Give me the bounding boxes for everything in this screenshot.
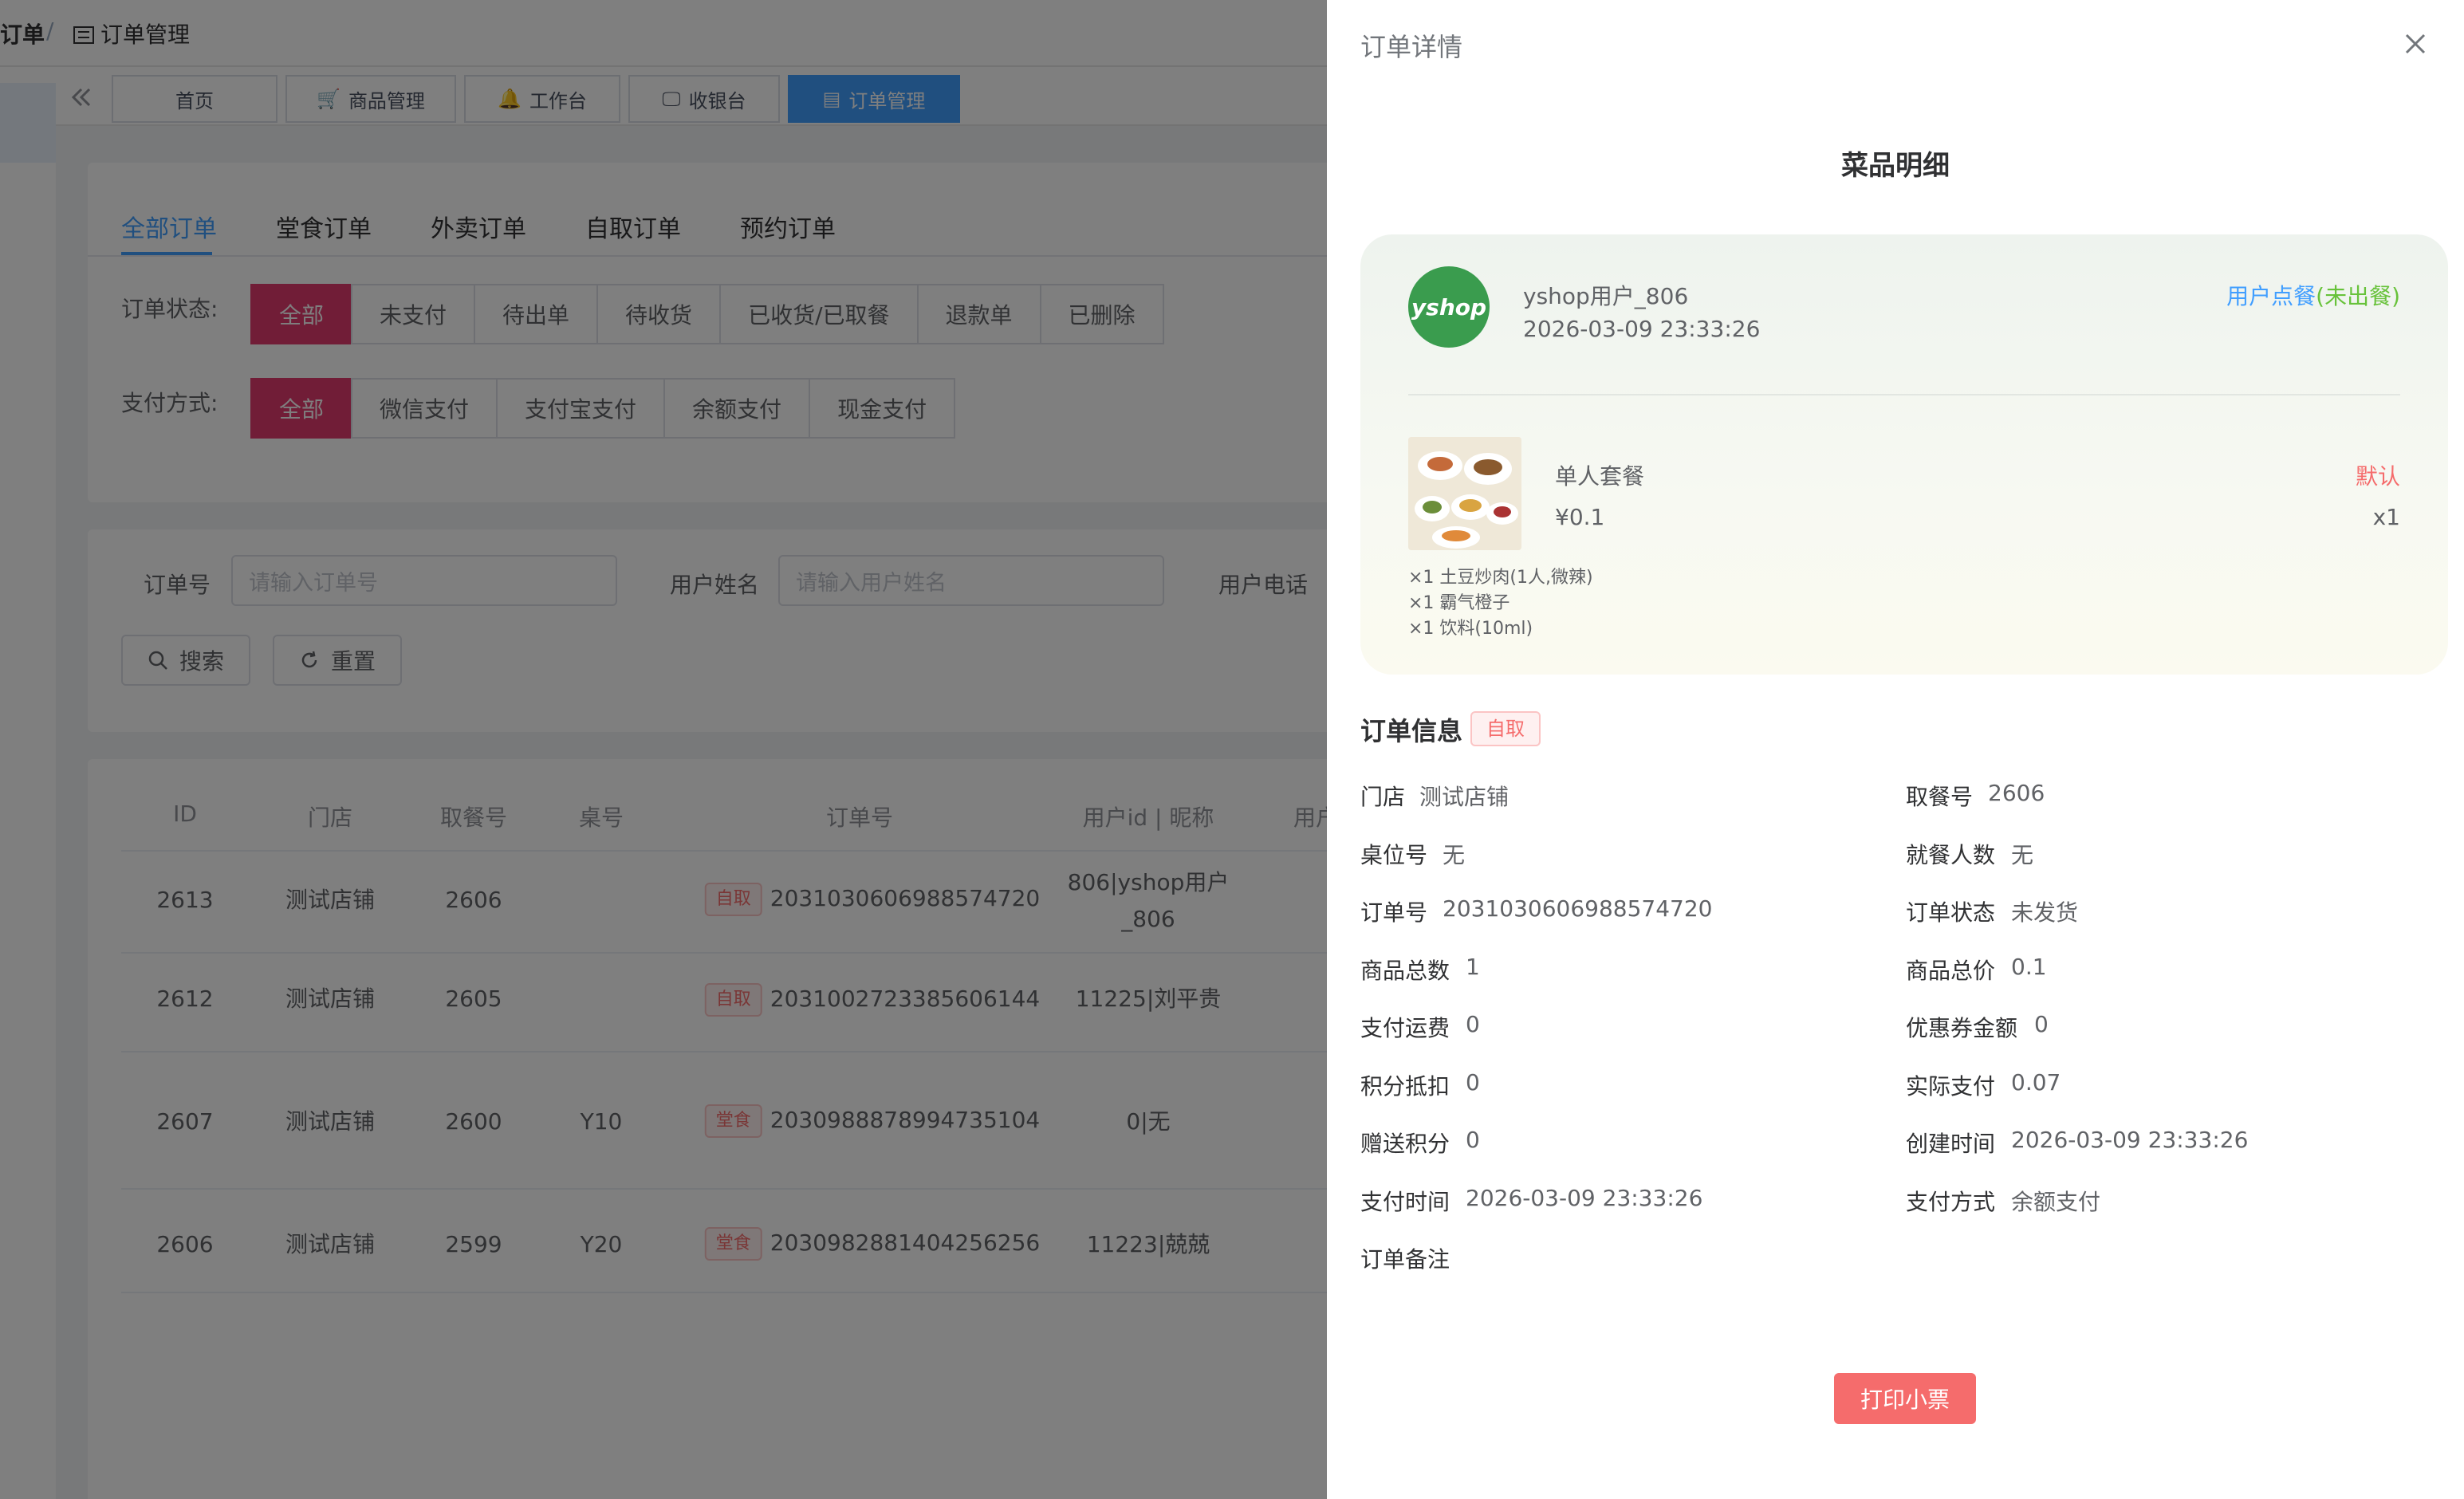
food-image <box>1408 437 1521 550</box>
info-key: 桌位号 <box>1360 841 1428 868</box>
print-receipt-button[interactable]: 打印小票 <box>1834 1373 1976 1424</box>
info-value: 2606 <box>1988 780 2045 806</box>
user-name: yshop用户_806 <box>1523 283 1689 309</box>
info-value: 0.07 <box>2011 1068 2061 1096</box>
item-qty: x1 <box>2372 504 2400 530</box>
info-value: 2026-03-09 23:33:26 <box>2011 1127 2249 1153</box>
info-value: 1 <box>1466 953 1480 980</box>
order-type-badge: 自取 <box>1470 711 1541 746</box>
sub-item: ×1 霸气橙子 <box>1408 593 1510 613</box>
info-value: 未发货 <box>2011 899 2079 926</box>
info-key: 就餐人数 <box>1906 841 1996 868</box>
order-time: 2026-03-09 23:33:26 <box>1523 316 1761 342</box>
info-value: 0 <box>1466 1011 1480 1037</box>
item-spec: 默认 <box>2355 463 2400 490</box>
info-key: 创建时间 <box>1906 1131 1996 1157</box>
sub-item: ×1 土豆炒肉(1人,微辣) <box>1408 568 1593 588</box>
shop-logo: yshop <box>1408 266 1490 348</box>
info-key: 门店 <box>1360 784 1406 810</box>
info-value: 0.1 <box>2011 953 2047 980</box>
info-value: 无 <box>1443 841 1466 868</box>
info-key: 商品总价 <box>1906 957 1996 984</box>
close-icon[interactable] <box>2395 24 2435 64</box>
dish-card: yshop yshop用户_806 2026-03-09 23:33:26 用户… <box>1360 234 2448 675</box>
info-key: 积分抵扣 <box>1360 1072 1450 1100</box>
info-value: 余额支付 <box>2011 1188 2101 1215</box>
drawer-title: 订单详情 <box>1360 32 1463 62</box>
order-status-text: 用户点餐(未出餐) <box>2226 283 2400 309</box>
item-name: 单人套餐 <box>1555 463 1645 490</box>
info-key: 赠送积分 <box>1360 1131 1450 1157</box>
info-key: 商品总数 <box>1360 957 1450 984</box>
info-value: 2031030606988574720 <box>1443 895 1713 922</box>
info-value: 测试店铺 <box>1419 784 1509 810</box>
item-price: ¥0.1 <box>1555 504 1605 530</box>
info-value: 0 <box>2034 1011 2049 1037</box>
info-key: 支付时间 <box>1360 1188 1450 1215</box>
info-value: 0 <box>1466 1068 1480 1096</box>
info-value: 2026-03-09 23:33:26 <box>1466 1184 1703 1211</box>
card-divider <box>1408 394 2400 395</box>
order-detail-drawer: 订单详情 菜品明细 yshop yshop用户_806 2026-03-09 2… <box>1327 0 2464 1499</box>
info-value: 无 <box>2011 841 2034 868</box>
info-key: 订单号 <box>1360 899 1428 926</box>
dish-detail-heading: 菜品明细 <box>1841 150 1950 182</box>
sub-item: ×1 饮料(10ml) <box>1408 619 1533 639</box>
info-key: 订单状态 <box>1906 899 1996 926</box>
info-key: 取餐号 <box>1906 784 1974 810</box>
info-key: 实际支付 <box>1906 1072 1996 1100</box>
order-info-title: 订单信息 <box>1360 716 1463 746</box>
info-key: 订单备注 <box>1360 1246 1450 1273</box>
info-key: 支付方式 <box>1906 1188 1996 1215</box>
info-value: 0 <box>1466 1127 1480 1153</box>
info-key: 优惠券金额 <box>1906 1015 2018 1041</box>
info-key: 支付运费 <box>1360 1015 1450 1041</box>
